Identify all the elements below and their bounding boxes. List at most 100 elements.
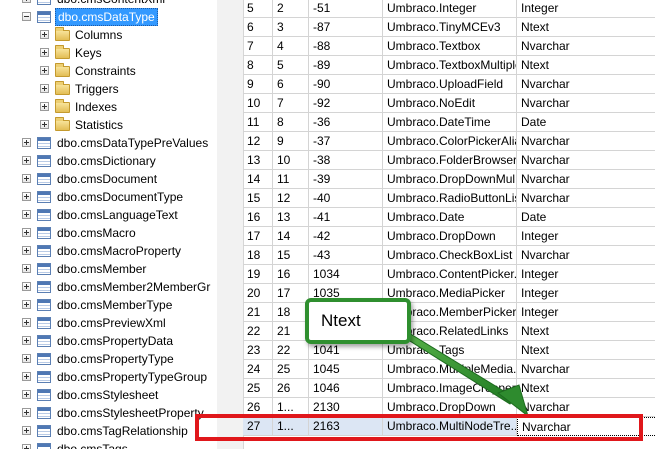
db-type-cell[interactable]: Nvarchar [517, 360, 655, 379]
alias-cell[interactable]: Umbraco.Integer [383, 0, 517, 18]
node-id-cell[interactable]: 1034 [309, 265, 383, 284]
expand-icon[interactable] [40, 84, 49, 93]
db-type-cell[interactable]: Ntext [517, 56, 655, 75]
id-cell[interactable]: 9 [243, 75, 273, 94]
node-id-cell[interactable]: -88 [309, 37, 383, 56]
expand-icon[interactable] [22, 210, 31, 219]
tree-node-cmslanguagetext[interactable]: dbo.cmsLanguageText [0, 206, 217, 224]
table-row[interactable]: 9 6 -90 Umbraco.UploadField Nvarchar [243, 75, 655, 94]
node-id-cell[interactable]: -38 [309, 151, 383, 170]
prop-editor-id-cell[interactable]: 22 [273, 341, 309, 360]
tree-node-cmstagrelationship[interactable]: dbo.cmsTagRelationship [0, 422, 217, 440]
tree-node-cmsmember[interactable]: dbo.cmsMember [0, 260, 217, 278]
expand-icon[interactable] [22, 174, 31, 183]
table-row[interactable]: 10 7 -92 Umbraco.NoEdit Nvarchar [243, 94, 655, 113]
tree-node-cmsstylesheetproperty[interactable]: dbo.cmsStylesheetProperty [0, 404, 217, 422]
id-cell[interactable]: 17 [243, 227, 273, 246]
tree-folder-constraints[interactable]: Constraints [0, 62, 217, 80]
expand-icon[interactable] [22, 246, 31, 255]
prop-editor-id-cell[interactable]: 4 [273, 37, 309, 56]
expand-icon[interactable] [22, 444, 31, 449]
expand-icon[interactable] [22, 426, 31, 435]
expand-icon[interactable] [40, 66, 49, 75]
table-row[interactable]: 18 15 -43 Umbraco.CheckBoxList Nvarchar [243, 246, 655, 265]
tree-node-cmsdatatypeprevalues[interactable]: dbo.cmsDataTypePreValues [0, 134, 217, 152]
db-type-cell[interactable]: Integer [517, 0, 655, 18]
node-id-cell[interactable]: 1046 [309, 379, 383, 398]
expand-icon[interactable] [22, 372, 31, 381]
db-type-cell[interactable]: Integer [517, 303, 655, 322]
id-cell[interactable]: 12 [243, 132, 273, 151]
id-cell[interactable]: 10 [243, 94, 273, 113]
alias-cell[interactable]: Umbraco.DateTime [383, 113, 517, 132]
alias-cell[interactable]: Umbraco.TextboxMultiple [383, 56, 517, 75]
prop-editor-id-cell[interactable]: 2 [273, 0, 309, 18]
prop-editor-id-cell[interactable]: 25 [273, 360, 309, 379]
prop-editor-id-cell[interactable]: 16 [273, 265, 309, 284]
prop-editor-id-cell[interactable]: 5 [273, 56, 309, 75]
table-row[interactable]: 25 26 1046 Umbraco.ImageCropper Ntext [243, 379, 655, 398]
collapse-icon[interactable] [22, 12, 31, 21]
id-cell[interactable]: 24 [243, 360, 273, 379]
id-cell[interactable]: 22 [243, 322, 273, 341]
node-id-cell[interactable]: -87 [309, 18, 383, 37]
alias-cell[interactable]: Umbraco.UploadField [383, 75, 517, 94]
expand-icon[interactable] [40, 102, 49, 111]
alias-cell[interactable]: Umbraco.ColorPickerAlias [383, 132, 517, 151]
expand-icon[interactable] [22, 138, 31, 147]
id-cell[interactable]: 25 [243, 379, 273, 398]
tree-folder-indexes[interactable]: Indexes [0, 98, 217, 116]
prop-editor-id-cell[interactable]: 26 [273, 379, 309, 398]
expand-icon[interactable] [22, 336, 31, 345]
node-id-cell[interactable]: -90 [309, 75, 383, 94]
db-type-cell[interactable]: Ntext [517, 341, 655, 360]
tree-node-cmsdocumenttype[interactable]: dbo.cmsDocumentType [0, 188, 217, 206]
table-row[interactable]: 19 16 1034 Umbraco.ContentPicker... Integer [243, 265, 655, 284]
node-id-cell[interactable]: -43 [309, 246, 383, 265]
table-row[interactable]: 16 13 -41 Umbraco.Date Date [243, 208, 655, 227]
db-type-cell[interactable]: Nvarchar [517, 94, 655, 113]
prop-editor-id-cell[interactable]: 18 [273, 303, 309, 322]
node-id-cell[interactable]: -92 [309, 94, 383, 113]
db-type-cell[interactable]: Integer [517, 265, 655, 284]
prop-editor-id-cell[interactable]: 10 [273, 151, 309, 170]
tree-node-cmspropertytypegroup[interactable]: dbo.cmsPropertyTypeGroup [0, 368, 217, 386]
db-type-cell[interactable]: Nvarchar [517, 37, 655, 56]
node-id-cell[interactable]: -39 [309, 170, 383, 189]
id-cell[interactable]: 18 [243, 246, 273, 265]
id-cell[interactable]: 15 [243, 189, 273, 208]
id-cell[interactable]: 19 [243, 265, 273, 284]
table-row[interactable]: 24 25 1045 Umbraco.MultipleMedia... Nvarchar [243, 360, 655, 379]
expand-icon[interactable] [22, 192, 31, 201]
alias-cell[interactable]: Umbraco.CheckBoxList [383, 246, 517, 265]
table-row[interactable]: 15 12 -40 Umbraco.RadioButtonList Nvarchar [243, 189, 655, 208]
prop-editor-id-cell[interactable]: 21 [273, 322, 309, 341]
alias-cell[interactable]: Umbraco.ImageCropper [383, 379, 517, 398]
tree-node-cmsmember2membergr[interactable]: dbo.cmsMember2MemberGr [0, 278, 217, 296]
table-row[interactable]: 11 8 -36 Umbraco.DateTime Date [243, 113, 655, 132]
table-row[interactable]: 7 4 -88 Umbraco.Textbox Nvarchar [243, 37, 655, 56]
table-row[interactable]: 14 11 -39 Umbraco.DropDownMul... Nvarchar [243, 170, 655, 189]
table-row[interactable]: 8 5 -89 Umbraco.TextboxMultiple Ntext [243, 56, 655, 75]
id-cell[interactable]: 13 [243, 151, 273, 170]
tree-node-cmstags[interactable]: dbo.cmsTags [0, 440, 217, 449]
alias-cell[interactable]: Umbraco.FolderBrowser [383, 151, 517, 170]
db-type-cell[interactable]: Nvarchar [517, 132, 655, 151]
prop-editor-id-cell[interactable]: 3 [273, 18, 309, 37]
prop-editor-id-cell[interactable]: 14 [273, 227, 309, 246]
table-row[interactable]: 5 2 -51 Umbraco.Integer Integer [243, 0, 655, 18]
db-type-cell[interactable]: Ntext [517, 322, 655, 341]
db-type-cell[interactable]: Nvarchar [517, 246, 655, 265]
db-type-cell[interactable]: Integer [517, 284, 655, 303]
expand-icon[interactable] [22, 228, 31, 237]
table-row[interactable]: 6 3 -87 Umbraco.TinyMCEv3 Ntext [243, 18, 655, 37]
db-type-cell[interactable]: Date [517, 208, 655, 227]
id-cell[interactable]: 21 [243, 303, 273, 322]
alias-cell[interactable]: Umbraco.TinyMCEv3 [383, 18, 517, 37]
expand-icon[interactable] [40, 30, 49, 39]
prop-editor-id-cell[interactable]: 11 [273, 170, 309, 189]
node-id-cell[interactable]: -42 [309, 227, 383, 246]
tree-folder-statistics[interactable]: Statistics [0, 116, 217, 134]
tree-node-cmsmacroproperty[interactable]: dbo.cmsMacroProperty [0, 242, 217, 260]
expand-icon[interactable] [22, 0, 31, 3]
